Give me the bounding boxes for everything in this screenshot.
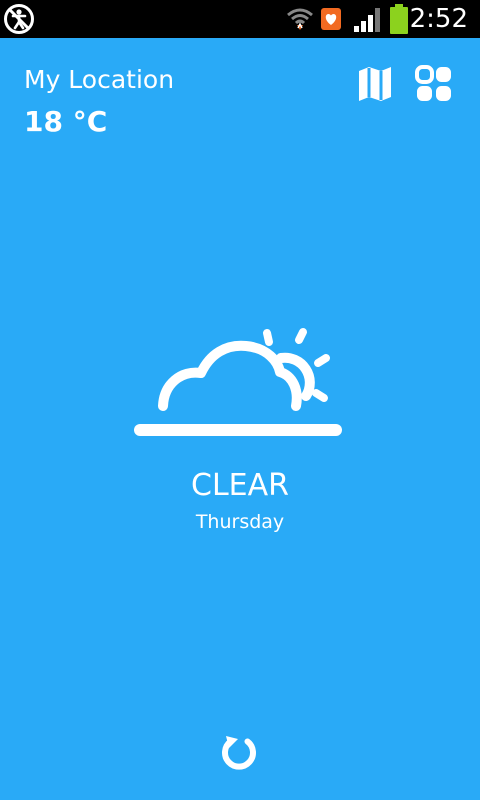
accessibility-off-icon bbox=[4, 4, 34, 34]
weather-day: Thursday bbox=[195, 511, 285, 533]
location-header: My Location 18 °C bbox=[24, 62, 174, 142]
status-time: 2:52 bbox=[409, 4, 468, 34]
wifi-icon bbox=[287, 8, 313, 30]
weather-condition: CLEAR bbox=[191, 468, 289, 503]
apps-grid-icon[interactable] bbox=[414, 64, 454, 104]
location-name: My Location bbox=[24, 65, 175, 94]
cloud-sun-icon bbox=[134, 328, 342, 436]
map-icon[interactable] bbox=[356, 64, 394, 104]
notification-heart-icon bbox=[321, 8, 341, 30]
refresh-icon[interactable] bbox=[218, 732, 262, 776]
signal-icon bbox=[354, 8, 380, 32]
battery-icon bbox=[390, 4, 408, 34]
status-bar: 2:52 bbox=[0, 0, 480, 38]
temperature: 18 °C bbox=[24, 105, 108, 138]
